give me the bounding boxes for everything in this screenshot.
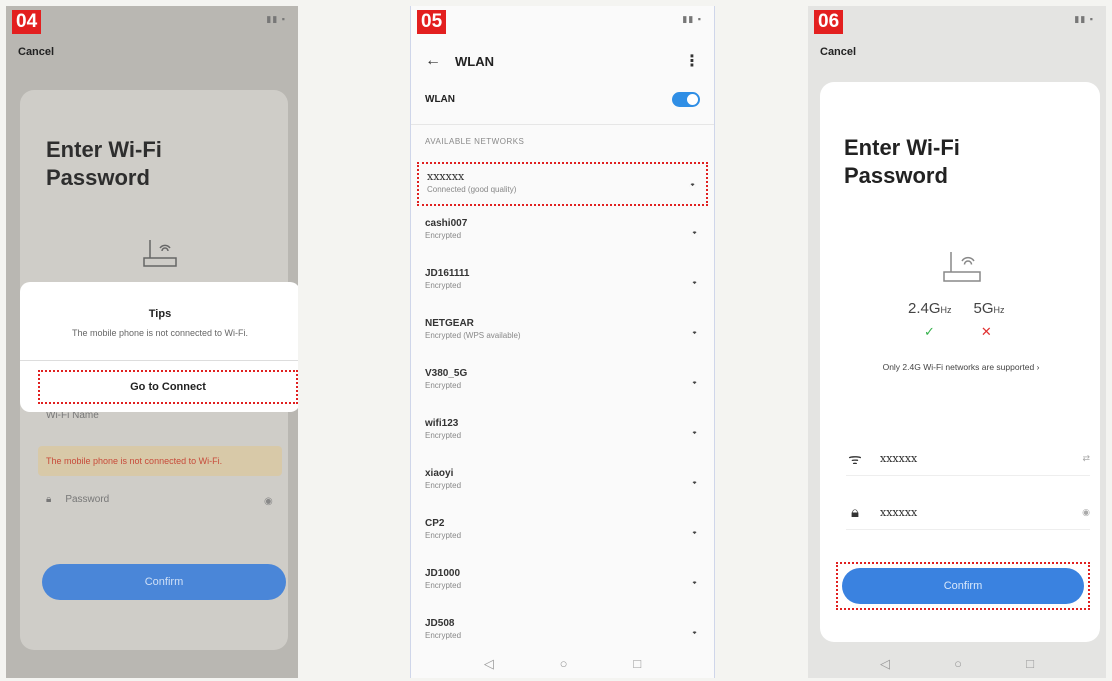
network-name: cashi007 <box>425 218 468 229</box>
lock-icon: 🔒︎ <box>851 504 859 521</box>
network-item[interactable]: JD161111 Encrypted ◔ <box>417 262 708 312</box>
chevron-right-icon: › <box>1034 362 1040 372</box>
cancel-button[interactable]: Cancel <box>18 46 54 58</box>
not-connected-warning: The mobile phone is not connected to Wi-… <box>38 446 282 476</box>
system-nav-bar: ◁ ○ □ <box>808 656 1106 672</box>
nav-back-icon[interactable]: ◁ <box>484 656 494 672</box>
confirm-button[interactable]: Confirm <box>842 568 1084 604</box>
network-status: Encrypted (WPS available) <box>425 331 521 340</box>
network-status: Encrypted <box>425 381 462 390</box>
go-to-connect-button[interactable]: Go to Connect <box>38 370 298 404</box>
nav-home-icon[interactable]: ○ <box>560 656 568 672</box>
network-item[interactable]: cashi007 Encrypted ◔ <box>417 212 708 262</box>
band-5g-unit: Hz <box>993 305 1005 315</box>
network-status: Encrypted <box>425 481 462 490</box>
band-support-marks: ✓ ✕ <box>924 324 992 340</box>
step-badge: 04 <box>12 10 42 34</box>
band-24g-value: 2.4G <box>908 300 941 317</box>
cancel-button[interactable]: Cancel <box>820 46 856 58</box>
page-title: WLAN <box>455 53 494 69</box>
back-arrow-icon[interactable]: ← <box>425 52 441 70</box>
nav-back-icon[interactable]: ◁ <box>880 656 890 672</box>
network-status: Encrypted <box>425 531 462 540</box>
section-header: AVAILABLE NETWORKS <box>411 124 714 152</box>
band-5g-value: 5G <box>973 300 994 317</box>
band-24g-unit: Hz <box>940 305 952 315</box>
network-name: xxxxxx <box>427 170 465 183</box>
status-bar: ▮▮ ▪ <box>266 14 286 24</box>
page-title: Enter Wi-Fi Password <box>46 137 162 190</box>
router-icon <box>143 240 177 267</box>
network-name: wifi123 <box>425 418 459 429</box>
eye-icon[interactable]: ◉ <box>264 496 273 507</box>
wifi-name-value: xxxxxx <box>880 452 918 465</box>
network-item[interactable]: xiaoyi Encrypted ◔ <box>417 462 708 512</box>
password-value: xxxxxx <box>880 506 918 519</box>
wlan-toggle[interactable] <box>672 91 700 107</box>
band-24g-label: 2.4GHz <box>908 300 952 317</box>
app-bar: ← WLAN ⋮ <box>425 46 700 76</box>
nav-home-icon[interactable]: ○ <box>954 656 962 672</box>
network-name: xiaoyi <box>425 468 454 479</box>
password-field[interactable]: 🔒︎ Password <box>46 494 109 505</box>
network-name: JD161111 <box>425 268 470 279</box>
page-title: Enter Wi-Fi Password <box>844 135 960 188</box>
network-name: NETGEAR <box>425 318 474 329</box>
switch-network-icon[interactable]: ⇄ <box>1082 453 1090 464</box>
wifi-icon: ᯤ <box>848 450 862 468</box>
band-5g-label: 5GHz <box>974 300 1005 317</box>
screen-step-05: 05 ▮▮ ▪ ← WLAN ⋮ WLAN AVAILABLE NETWORKS… <box>410 6 715 678</box>
network-item[interactable]: JD508 Encrypted ◔ <box>417 612 708 662</box>
password-placeholder: Password <box>65 494 110 505</box>
nav-recents-icon[interactable]: □ <box>1026 656 1034 672</box>
network-status: Connected (good quality) <box>427 185 517 194</box>
supported-network-note[interactable]: Only 2.4G Wi-Fi networks are supported › <box>826 362 1096 372</box>
network-item[interactable]: CP2 Encrypted ◔ <box>417 512 708 562</box>
band-labels: 2.4GHz 5GHz <box>908 300 1005 317</box>
network-item[interactable]: JD1000 Encrypted ◔ <box>417 562 708 612</box>
screen-step-04: 04 ▮▮ ▪ Cancel Enter Wi-Fi Password Wi-F… <box>6 6 298 678</box>
network-list: xxxxxx Connected (good quality) ◔ cashi0… <box>417 162 708 662</box>
tips-dialog: Tips The mobile phone is not connected t… <box>20 282 298 412</box>
network-item[interactable]: wifi123 Encrypted ◔ <box>417 412 708 462</box>
network-status: Encrypted <box>425 431 462 440</box>
confirm-highlight: Confirm <box>836 562 1090 610</box>
network-name: JD508 <box>425 618 455 629</box>
status-bar: ▮▮ ▪ <box>682 14 702 24</box>
divider <box>20 360 298 361</box>
status-bar: ▮▮ ▪ <box>1074 14 1094 24</box>
wlan-toggle-row: WLAN <box>425 86 700 112</box>
network-name: V380_5G <box>425 368 468 379</box>
screen-step-06: 06 ▮▮ ▪ Cancel Enter Wi-Fi Password 2.4G… <box>808 6 1106 678</box>
network-item[interactable]: xxxxxx Connected (good quality) ◔ <box>417 162 708 206</box>
wlan-label: WLAN <box>425 93 455 105</box>
password-field[interactable]: 🔒︎ xxxxxx ◉ <box>846 496 1090 530</box>
network-item[interactable]: V380_5G Encrypted ◔ <box>417 362 708 412</box>
network-item[interactable]: NETGEAR Encrypted (WPS available) ◔ <box>417 312 708 362</box>
more-vertical-icon[interactable]: ⋮ <box>684 51 700 71</box>
network-status: Encrypted <box>425 581 462 590</box>
check-icon: ✓ <box>924 324 935 339</box>
step-badge: 05 <box>417 10 447 34</box>
network-status: Encrypted <box>425 281 462 290</box>
network-status: Encrypted <box>425 631 462 640</box>
confirm-button[interactable]: Confirm <box>42 564 286 600</box>
dialog-message: The mobile phone is not connected to Wi-… <box>71 328 249 338</box>
dialog-title: Tips <box>148 308 172 320</box>
network-name: JD1000 <box>425 568 461 579</box>
system-nav-bar: ◁ ○ □ <box>411 656 714 672</box>
cross-icon: ✕ <box>980 324 992 339</box>
eye-icon[interactable]: ◉ <box>1082 507 1090 518</box>
network-name: CP2 <box>425 518 445 529</box>
router-icon <box>943 252 981 282</box>
note-text: Only 2.4G Wi-Fi networks are supported <box>882 362 1035 372</box>
wifi-name-field[interactable]: ᯤ xxxxxx ⇄ <box>846 442 1090 476</box>
toggle-knob <box>687 93 698 105</box>
nav-recents-icon[interactable]: □ <box>633 656 641 672</box>
network-status: Encrypted <box>425 231 462 240</box>
step-badge: 06 <box>814 10 844 34</box>
lock-icon: 🔒︎ <box>46 494 52 505</box>
